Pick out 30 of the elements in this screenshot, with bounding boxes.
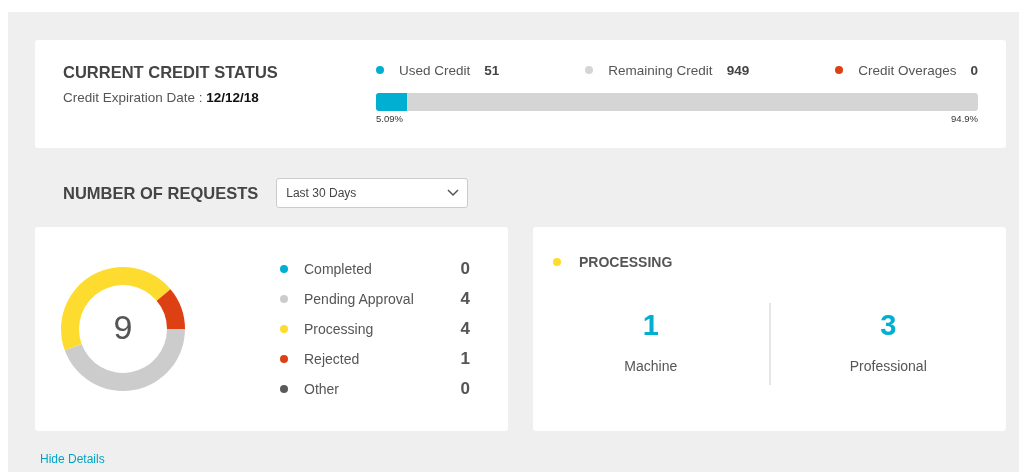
remaining-percent: 94.9% <box>951 113 978 124</box>
legend-label: Used Credit <box>399 62 471 78</box>
section-title: NUMBER OF REQUESTS <box>63 183 259 203</box>
legend-label: Remaining Credit <box>608 62 713 78</box>
chevron-down-icon <box>447 189 460 197</box>
card-title: CURRENT CREDIT STATUS <box>63 63 278 82</box>
legend-value: 4 <box>460 319 470 339</box>
legend-label: Rejected <box>304 351 361 367</box>
legend-label: Completed <box>304 261 373 277</box>
legend-label: Other <box>304 381 340 397</box>
legend-label: Pending Approval <box>304 291 415 307</box>
stat-value: 1 <box>642 309 659 342</box>
legend-label: Credit Overages <box>858 62 957 78</box>
expiration-date: 12/12/18 <box>206 90 259 105</box>
legend-value: 4 <box>460 289 470 309</box>
legend-value: 949 <box>726 62 750 78</box>
stat-value: 3 <box>880 309 897 342</box>
expiration-label: Credit Expiration Date : <box>63 90 203 105</box>
period-dropdown[interactable]: Last 30 Days <box>276 178 469 208</box>
legend-value: 0 <box>460 379 470 399</box>
legend-value: 0 <box>970 62 978 78</box>
legend-label: Processing <box>304 321 375 337</box>
legend-value: 0 <box>460 259 470 279</box>
stat-label: Machine <box>624 358 678 374</box>
total-count: 9 <box>113 310 133 344</box>
stat-label: Professional <box>849 358 927 374</box>
legend-value: 1 <box>460 349 470 369</box>
card-title: PROCESSING <box>579 254 673 270</box>
used-percent: 5.09% <box>376 113 403 124</box>
legend-value: 51 <box>484 62 500 78</box>
